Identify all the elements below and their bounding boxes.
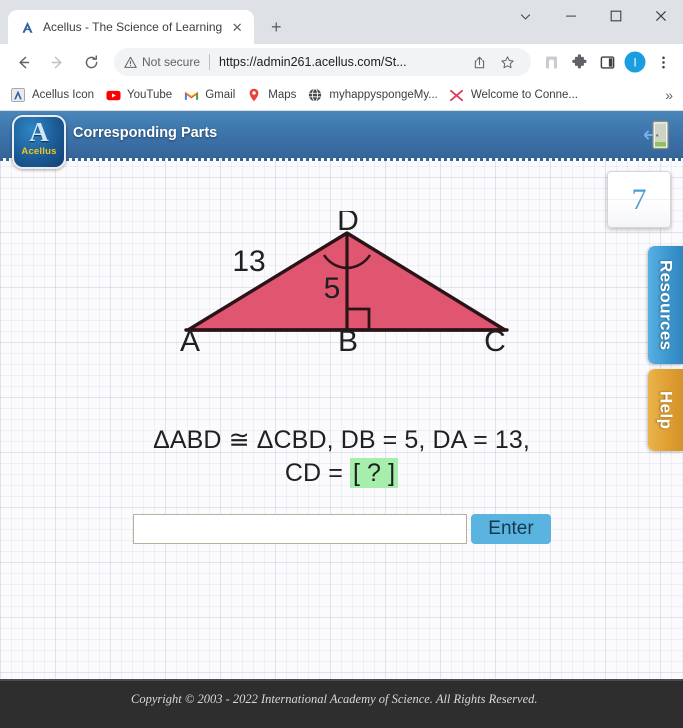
acellus-bookmark-icon	[10, 87, 26, 103]
bookmark-label: myhappyspongeMy...	[329, 89, 438, 101]
bookmark-label: Maps	[268, 89, 297, 101]
security-label: Not secure	[142, 55, 201, 69]
answer-blank-placeholder: [ ? ]	[349, 458, 399, 488]
tab-title: Acellus - The Science of Learning	[43, 20, 223, 34]
browser-toolbar: Not secure https://admin261.acellus.com/…	[0, 44, 683, 80]
tab-strip: Acellus - The Science of Learning ✕ +	[0, 0, 683, 44]
question-line-1: ΔABD ≅ ΔCBD, DB = 5, DA = 13,	[153, 426, 530, 454]
acellus-logo-letter: A	[29, 117, 49, 147]
acellus-logo: A Acellus	[12, 115, 66, 169]
minimize-button[interactable]	[548, 0, 593, 32]
globe-icon	[307, 87, 323, 103]
acellus-favicon	[19, 19, 35, 35]
not-secure-warning-icon	[124, 56, 137, 69]
gmail-icon	[183, 87, 199, 103]
reload-button[interactable]	[77, 48, 105, 76]
answer-input[interactable]	[133, 514, 467, 544]
question-line-2-prefix: CD =	[284, 459, 350, 487]
vertex-label-B: B	[338, 325, 358, 358]
altitude-length-5: 5	[324, 272, 341, 305]
window-controls	[503, 0, 683, 32]
bookmark-star-icon[interactable]	[493, 48, 521, 76]
bookmark-label: Welcome to Conne...	[470, 89, 579, 101]
url-text: https://admin261.acellus.com/St...	[219, 55, 407, 69]
bookmark-label: Gmail	[205, 89, 236, 101]
vertex-label-D: D	[337, 211, 359, 237]
maps-pin-icon	[246, 87, 262, 103]
omnibox-actions	[465, 48, 521, 76]
omnibox-divider	[209, 54, 211, 70]
vertex-label-A: A	[180, 325, 200, 358]
bookmark-label: YouTube	[127, 89, 173, 101]
question-line-2: CD = [ ? ]	[0, 457, 683, 490]
close-window-button[interactable]	[638, 0, 683, 32]
page-viewport: A Acellus Corresponding Parts 7 Resource…	[0, 111, 683, 728]
extensions-puzzle-icon[interactable]	[565, 48, 593, 76]
bookmark-maps[interactable]: Maps	[242, 84, 303, 106]
browser-menu-button[interactable]	[649, 48, 677, 76]
bookmark-label: Acellus Icon	[32, 89, 95, 101]
security-indicator[interactable]: Not secure	[124, 55, 200, 69]
youtube-icon	[105, 87, 121, 103]
enter-button[interactable]: Enter	[471, 514, 551, 544]
forward-button[interactable]	[43, 48, 71, 76]
acellus-logo-wordmark: Acellus	[21, 146, 57, 157]
svg-text:I: I	[633, 56, 636, 70]
bookmarks-overflow-button[interactable]: »	[665, 87, 677, 103]
question-statement: ΔABD ≅ ΔCBD, DB = 5, DA = 13, CD = [ ? ]	[0, 424, 683, 490]
address-bar[interactable]: Not secure https://admin261.acellus.com/…	[114, 48, 531, 76]
bookmark-youtube[interactable]: YouTube	[101, 84, 179, 106]
bookmark-acellus-icon[interactable]: Acellus Icon	[6, 84, 101, 106]
back-button[interactable]	[9, 48, 37, 76]
profile-avatar[interactable]: I	[621, 48, 649, 76]
vertex-label-C: C	[484, 325, 506, 358]
reading-list-icon[interactable]	[537, 48, 565, 76]
close-tab-icon[interactable]: ✕	[229, 19, 245, 35]
new-tab-button[interactable]: +	[262, 13, 290, 41]
bookmarks-bar: Acellus Icon YouTube Gmail Maps myhappys…	[0, 80, 683, 111]
side-panel-icon[interactable]	[593, 48, 621, 76]
copyright-text: Copyright © 2003 - 2022 International Ac…	[131, 692, 538, 706]
connexus-x-icon	[449, 87, 465, 103]
maximize-button[interactable]	[593, 0, 638, 32]
page-title: Corresponding Parts	[73, 125, 218, 141]
congruent-triangles-diagram: D A B C 13 5	[0, 211, 683, 411]
page-footer: Copyright © 2003 - 2022 International Ac…	[0, 679, 683, 728]
share-icon[interactable]	[465, 48, 493, 76]
bookmark-myhappysponge[interactable]: myhappyspongeMy...	[303, 84, 444, 106]
bookmark-welcome-connexus[interactable]: Welcome to Conne...	[445, 84, 585, 106]
acellus-header: A Acellus Corresponding Parts	[0, 111, 683, 169]
question-number: 7	[631, 182, 647, 216]
bookmark-gmail[interactable]: Gmail	[179, 84, 242, 106]
side-length-13: 13	[232, 245, 265, 278]
tab-search-icon[interactable]	[503, 0, 548, 32]
exit-door-icon[interactable]	[644, 119, 672, 151]
browser-tab[interactable]: Acellus - The Science of Learning ✕	[8, 10, 255, 44]
browser-window: Acellus - The Science of Learning ✕ + No…	[0, 0, 683, 728]
answer-row: Enter	[133, 514, 551, 544]
